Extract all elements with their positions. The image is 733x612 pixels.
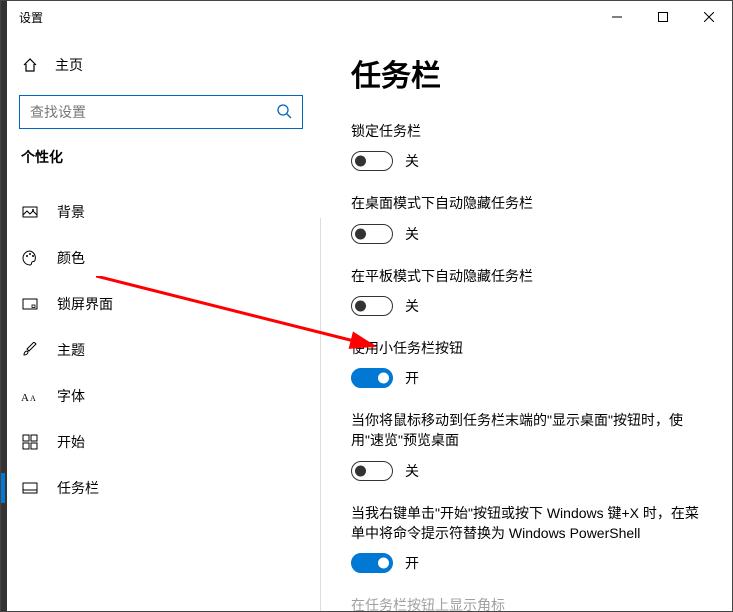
setting-label: 锁定任务栏 (351, 121, 702, 141)
main-panel: 任务栏 锁定任务栏 关 在桌面模式下自动隐藏任务栏 关 在平板模式下自动隐藏任务… (321, 33, 732, 611)
nav-label: 开始 (57, 432, 85, 452)
sidebar-item-colors[interactable]: 颜色 (19, 235, 303, 281)
start-icon (21, 434, 39, 450)
search-box[interactable] (19, 95, 303, 129)
toggle-state: 关 (405, 461, 419, 481)
close-button[interactable] (686, 1, 732, 33)
setting-label: 在任务栏按钮上显示角标 (351, 595, 702, 611)
setting-lock-taskbar: 锁定任务栏 关 (351, 121, 702, 171)
setting-autohide-tablet: 在平板模式下自动隐藏任务栏 关 (351, 266, 702, 316)
toggle-autohide-tablet[interactable] (351, 296, 393, 316)
svg-text:A: A (21, 392, 29, 403)
nav-label: 任务栏 (57, 478, 99, 498)
nav-label: 背景 (57, 202, 85, 222)
window-controls (594, 1, 732, 33)
setting-peek-desktop: 当你将鼠标移动到任务栏末端的"显示桌面"按钮时，使用"速览"预览桌面 关 (351, 410, 702, 481)
setting-label: 在平板模式下自动隐藏任务栏 (351, 266, 702, 286)
page-title: 任务栏 (351, 51, 702, 95)
nav-label: 主题 (57, 340, 85, 360)
sidebar: 主页 个性化 背景 颜色 (1, 33, 321, 611)
sidebar-item-background[interactable]: 背景 (19, 189, 303, 235)
toggle-lock-taskbar[interactable] (351, 151, 393, 171)
sidebar-item-start[interactable]: 开始 (19, 419, 303, 465)
window-title: 设置 (19, 9, 43, 26)
setting-badges: 在任务栏按钮上显示角标 关 (351, 595, 702, 611)
toggle-small-buttons[interactable] (351, 368, 393, 388)
toggle-state: 关 (405, 296, 419, 316)
picture-icon (21, 204, 39, 220)
nav-label: 字体 (57, 386, 85, 406)
setting-label: 在桌面模式下自动隐藏任务栏 (351, 193, 702, 213)
toggle-state: 关 (405, 151, 419, 171)
svg-text:A: A (30, 394, 36, 403)
toggle-peek-desktop[interactable] (351, 461, 393, 481)
toggle-state: 开 (405, 553, 419, 573)
toggle-autohide-desktop[interactable] (351, 224, 393, 244)
toggle-state: 开 (405, 368, 419, 388)
minimize-button[interactable] (594, 1, 640, 33)
setting-label: 使用小任务栏按钮 (351, 338, 702, 358)
nav-label: 锁屏界面 (57, 294, 113, 314)
sidebar-item-fonts[interactable]: AA 字体 (19, 373, 303, 419)
setting-small-buttons: 使用小任务栏按钮 开 (351, 338, 702, 388)
sidebar-item-taskbar[interactable]: 任务栏 (19, 465, 303, 511)
home-icon (21, 57, 39, 73)
nav-label: 颜色 (57, 248, 85, 268)
home-label: 主页 (55, 55, 83, 75)
title-bar: 设置 (1, 1, 732, 33)
search-icon (276, 103, 292, 122)
nav-list: 背景 颜色 锁屏界面 主题 (19, 189, 303, 511)
section-header: 个性化 (19, 147, 303, 167)
home-nav[interactable]: 主页 (19, 47, 303, 83)
taskbar-icon (21, 480, 39, 496)
brush-icon (21, 342, 39, 358)
toggle-state: 关 (405, 224, 419, 244)
search-input[interactable] (30, 104, 276, 120)
setting-powershell: 当我右键单击"开始"按钮或按下 Windows 键+X 时，在菜单中将命令提示符… (351, 503, 702, 574)
toggle-powershell[interactable] (351, 553, 393, 573)
palette-icon (21, 250, 39, 266)
sidebar-item-lockscreen[interactable]: 锁屏界面 (19, 281, 303, 327)
setting-label: 当我右键单击"开始"按钮或按下 Windows 键+X 时，在菜单中将命令提示符… (351, 503, 702, 544)
setting-label: 当你将鼠标移动到任务栏末端的"显示桌面"按钮时，使用"速览"预览桌面 (351, 410, 702, 451)
font-icon: AA (21, 389, 39, 403)
setting-autohide-desktop: 在桌面模式下自动隐藏任务栏 关 (351, 193, 702, 243)
maximize-button[interactable] (640, 1, 686, 33)
sidebar-item-themes[interactable]: 主题 (19, 327, 303, 373)
lockscreen-icon (21, 296, 39, 312)
